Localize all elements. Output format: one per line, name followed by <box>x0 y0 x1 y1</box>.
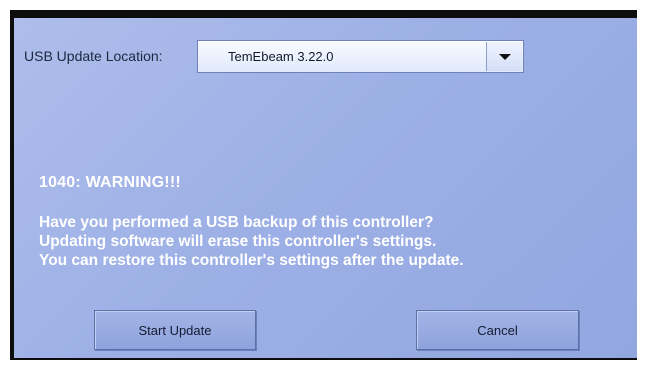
start-update-button[interactable]: Start Update <box>94 310 256 350</box>
warning-line-erase: Updating software will erase this contro… <box>39 233 437 250</box>
usb-location-label: USB Update Location: <box>24 48 163 64</box>
usb-location-selected-value: TemEbeam 3.22.0 <box>228 49 334 64</box>
warning-line-restore: You can restore this controller's settin… <box>39 252 464 269</box>
warning-line-backup: Have you performed a USB backup of this … <box>39 214 434 231</box>
device-screen: USB Update Location: TemEbeam 3.22.0 104… <box>10 10 637 360</box>
warning-message: Have you performed a USB backup of this … <box>39 213 464 270</box>
update-dialog: USB Update Location: TemEbeam 3.22.0 104… <box>14 18 637 358</box>
usb-location-dropdown[interactable]: TemEbeam 3.22.0 <box>197 40 524 73</box>
photo-frame: USB Update Location: TemEbeam 3.22.0 104… <box>0 0 647 370</box>
dropdown-toggle-button[interactable] <box>486 42 522 71</box>
cancel-button[interactable]: Cancel <box>416 310 579 350</box>
warning-title: 1040: WARNING!!! <box>39 174 181 191</box>
chevron-down-icon <box>499 54 511 60</box>
